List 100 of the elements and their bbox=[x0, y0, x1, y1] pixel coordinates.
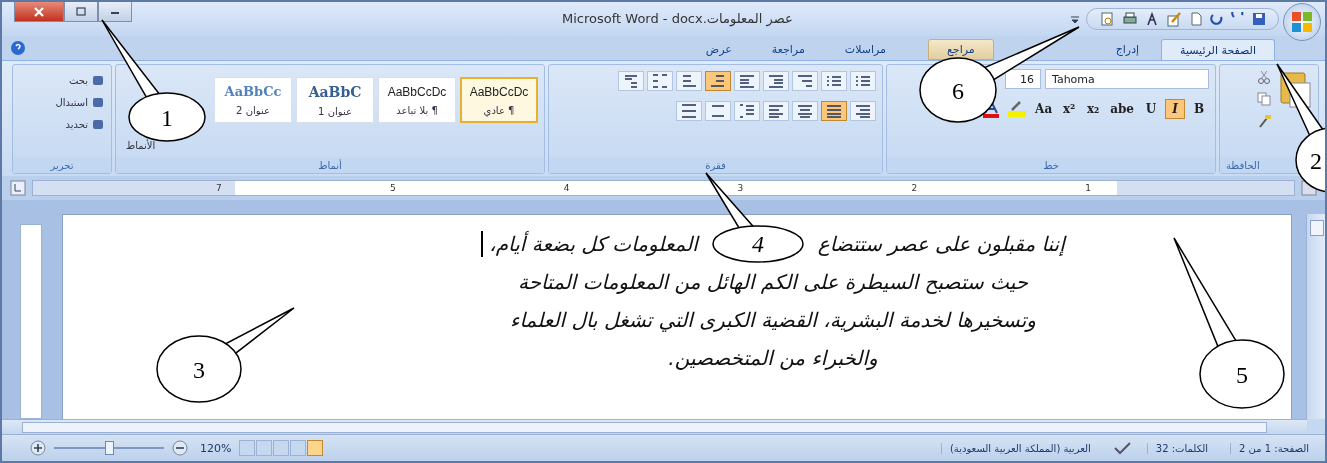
paragraph-button[interactable] bbox=[821, 71, 847, 91]
paragraph-button[interactable] bbox=[647, 71, 673, 91]
paragraph-button[interactable] bbox=[792, 71, 818, 91]
shading-icon bbox=[710, 103, 726, 119]
proofing-icon[interactable] bbox=[1112, 440, 1133, 456]
minimize-button[interactable] bbox=[98, 2, 132, 22]
dropdown-arrow-icon[interactable] bbox=[1068, 13, 1082, 25]
maximize-icon bbox=[76, 7, 86, 16]
group-label: فقرة bbox=[705, 159, 726, 171]
spelling-check-icon[interactable] bbox=[1145, 11, 1159, 27]
ruler-number: 3 bbox=[737, 183, 744, 193]
spacing-icon bbox=[739, 103, 755, 119]
align-right-icon bbox=[855, 103, 871, 119]
zoom-level[interactable]: 120% bbox=[200, 441, 232, 455]
paragraph-button[interactable] bbox=[850, 71, 876, 91]
font-format-button[interactable]: abe bbox=[1107, 99, 1137, 119]
font-format-button[interactable]: I bbox=[1165, 99, 1185, 119]
word-count[interactable]: الكلمات: 32 bbox=[1146, 442, 1216, 454]
borders-icon bbox=[681, 103, 697, 119]
group-label: الحافظة bbox=[1226, 159, 1260, 171]
page-count[interactable]: الصفحة: 1 من 2 bbox=[1230, 442, 1317, 454]
document-text: وتسخيرها لخدمة البشرية، القضية الكبرى التي تشغل بال العلماء bbox=[510, 307, 1036, 334]
ruler-number: 1 bbox=[1085, 183, 1091, 193]
zoom-in-icon[interactable] bbox=[30, 440, 46, 456]
zoom-out-icon[interactable] bbox=[172, 440, 188, 456]
paragraph-button[interactable] bbox=[618, 71, 644, 91]
printer-icon[interactable] bbox=[1122, 11, 1138, 27]
paragraph-button[interactable] bbox=[763, 101, 789, 121]
highlighter-icon[interactable] bbox=[1006, 99, 1029, 119]
font-format-button[interactable]: Aa bbox=[1032, 99, 1056, 119]
paragraph-button[interactable] bbox=[734, 71, 760, 91]
font-size-field[interactable]: 16 bbox=[1005, 69, 1041, 89]
bullets-icon bbox=[855, 73, 871, 89]
font-format-button[interactable]: x₂ bbox=[1083, 99, 1104, 119]
ruler-number: 7 bbox=[216, 183, 222, 193]
document-text: إننا مقبلون على عصر ستتضاع bbox=[817, 231, 1065, 258]
paragraph-button[interactable] bbox=[821, 101, 847, 121]
paragraph-button[interactable] bbox=[792, 101, 818, 121]
document-text: المعلومات كل بضعة أيام، bbox=[489, 231, 698, 258]
editing-button[interactable]: استبدال bbox=[19, 95, 105, 109]
new-document-icon[interactable] bbox=[1189, 11, 1203, 27]
horizontal-scrollbar[interactable] bbox=[2, 419, 1307, 434]
editing-button[interactable]: تحديد bbox=[19, 117, 105, 131]
callout-number: 5 bbox=[1236, 362, 1248, 388]
save-icon[interactable] bbox=[1252, 12, 1266, 26]
change-styles-button[interactable]: الأنماط bbox=[122, 138, 160, 153]
group-label: خط bbox=[1043, 159, 1059, 171]
undo-icon[interactable] bbox=[1210, 12, 1224, 26]
pilcrow-icon bbox=[623, 73, 639, 89]
callout-number: 1 bbox=[161, 105, 173, 131]
callout-number: 6 bbox=[952, 78, 964, 104]
close-button[interactable] bbox=[14, 2, 64, 22]
format-painter-icon[interactable] bbox=[1256, 113, 1272, 129]
vertical-scrollbar[interactable] bbox=[1306, 214, 1325, 419]
paragraph-button[interactable] bbox=[850, 101, 876, 121]
paragraph-button[interactable] bbox=[734, 101, 760, 121]
ruler-number: 2 bbox=[911, 183, 918, 193]
paragraph-button[interactable] bbox=[705, 101, 731, 121]
group-label: تحرير bbox=[50, 159, 74, 171]
indent-icon bbox=[739, 73, 755, 89]
office-button[interactable] bbox=[1283, 3, 1321, 41]
editing-button[interactable]: بحث bbox=[19, 73, 105, 87]
ltr-icon bbox=[681, 73, 697, 89]
scissors-icon[interactable] bbox=[1256, 69, 1272, 85]
paragraph-button[interactable] bbox=[705, 71, 731, 91]
ribbon-tab[interactable]: مراسلات bbox=[826, 39, 904, 60]
outdent-icon bbox=[768, 73, 784, 89]
window-title: Microsoft Word - docx.عصر المعلومات bbox=[562, 11, 793, 26]
center-icon bbox=[797, 103, 813, 119]
font-format-button[interactable]: x² bbox=[1059, 99, 1080, 119]
slider-thumb[interactable] bbox=[105, 441, 114, 455]
help-icon[interactable] bbox=[10, 40, 26, 56]
close-icon bbox=[33, 6, 45, 17]
paragraph-button[interactable] bbox=[676, 101, 702, 121]
document-text: والخبراء من المتخصصين. bbox=[668, 345, 878, 372]
callout-number: 4 bbox=[751, 231, 764, 257]
ribbon-tab[interactable]: مراجع bbox=[928, 39, 994, 60]
ribbon-tab[interactable]: إدراج bbox=[1097, 39, 1158, 60]
ribbon-tab[interactable]: الصفحة الرئيسية bbox=[1161, 39, 1275, 60]
ruler-number: 5 bbox=[389, 183, 396, 193]
office-logo-icon bbox=[1289, 9, 1315, 35]
sort-icon bbox=[652, 73, 668, 89]
paragraph-button[interactable] bbox=[763, 71, 789, 91]
font-format-button[interactable]: B bbox=[1189, 99, 1209, 119]
justify-icon bbox=[826, 103, 842, 119]
group-label: أنماط bbox=[318, 159, 342, 171]
callout-number: 3 bbox=[193, 357, 205, 383]
align-left-icon bbox=[768, 103, 784, 119]
numbering-icon bbox=[826, 73, 842, 89]
print-preview-icon[interactable] bbox=[1099, 11, 1115, 27]
font-name-field[interactable]: Tahoma bbox=[1045, 69, 1209, 89]
ribbon-tab[interactable]: عرض bbox=[687, 39, 750, 60]
ribbon-tab[interactable]: مراجعة bbox=[753, 39, 823, 60]
paragraph-button[interactable] bbox=[676, 71, 702, 91]
document-text: حيث ستصبح السيطرة على الكم الهائل من المعلومات المتاحة bbox=[517, 269, 1029, 296]
rtl-icon bbox=[710, 73, 726, 89]
language-indicator[interactable]: العربية (المملكة العربية السعودية) bbox=[940, 442, 1099, 454]
font-format-button[interactable]: U bbox=[1141, 99, 1161, 119]
multilevel-icon bbox=[797, 73, 813, 89]
pencil-icon[interactable] bbox=[1166, 11, 1182, 27]
